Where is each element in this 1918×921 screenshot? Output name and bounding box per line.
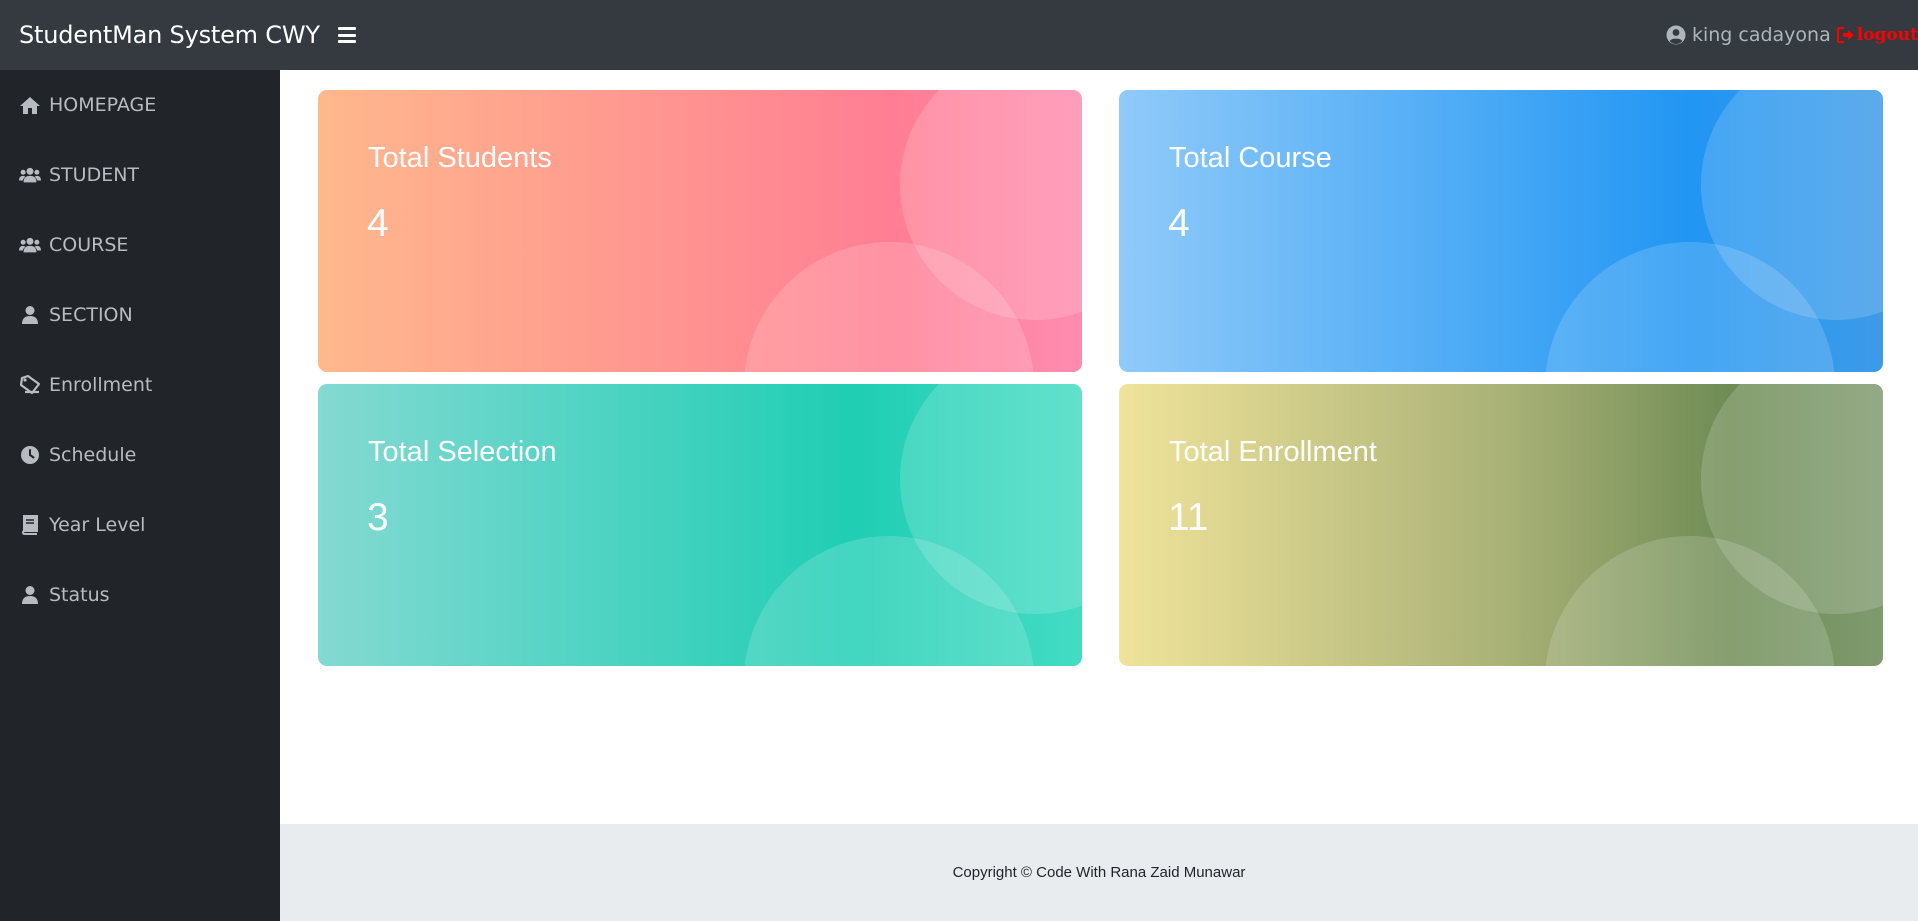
sidebar-item-course[interactable]: COURSE [0,210,280,280]
users-icon [19,237,41,253]
sidebar-item-label: COURSE [49,234,129,256]
sidebar-item-label: SECTION [49,304,133,326]
sidebar-item-schedule[interactable]: Schedule [0,420,280,490]
user-area: king cadayona logout [1666,0,1918,70]
card-value: 4 [1168,202,1190,245]
card-title: Total Course [1169,142,1332,174]
book-icon [21,515,38,535]
sidebar: HOMEPAGE STUDENT COURSE SECTION Enrollme… [0,70,280,921]
card-title: Total Students [368,142,552,174]
card-value: 11 [1168,496,1209,539]
logout-label: logout [1856,25,1918,45]
card-title: Total Selection [368,436,557,468]
user-circle-icon [1666,25,1686,45]
sidebar-item-homepage[interactable]: HOMEPAGE [0,70,280,140]
sign-out-icon [1836,27,1854,43]
tag-icon [19,375,41,395]
footer: Copyright © Code With Rana Zaid Munawar [280,824,1918,921]
home-icon [20,97,40,114]
total-enrollment-card: Total Enrollment 11 [1119,384,1883,666]
user-icon [22,306,38,324]
top-navbar: StudentMan System CWY king cadayona logo… [0,0,1918,70]
brand-title[interactable]: StudentMan System CWY [19,21,320,49]
logout-link[interactable]: logout [1836,25,1918,45]
sidebar-item-label: STUDENT [49,164,140,186]
sidebar-item-student[interactable]: STUDENT [0,140,280,210]
sidebar-item-section[interactable]: SECTION [0,280,280,350]
sidebar-item-enrollment[interactable]: Enrollment [0,350,280,420]
dashboard-content: Total Students 4 Total Course 4 Total Se… [280,70,1918,824]
card-value: 4 [367,202,389,245]
bars-icon[interactable] [337,27,356,43]
clock-icon [21,446,39,464]
card-value: 3 [367,496,389,539]
user-name[interactable]: king cadayona [1692,24,1831,46]
user-icon [22,586,38,604]
total-course-card: Total Course 4 [1119,90,1883,372]
sidebar-item-label: HOMEPAGE [49,94,157,116]
users-icon [19,167,41,183]
total-selection-card: Total Selection 3 [318,384,1082,666]
sidebar-item-label: Schedule [49,444,137,466]
sidebar-item-label: Enrollment [49,374,153,396]
sidebar-item-year-level[interactable]: Year Level [0,490,280,560]
card-title: Total Enrollment [1169,436,1377,468]
copyright-text: Copyright © Code With Rana Zaid Munawar [952,864,1246,881]
total-students-card: Total Students 4 [318,90,1082,372]
sidebar-item-label: Year Level [49,514,146,536]
sidebar-item-label: Status [49,584,110,606]
sidebar-item-status[interactable]: Status [0,560,280,630]
